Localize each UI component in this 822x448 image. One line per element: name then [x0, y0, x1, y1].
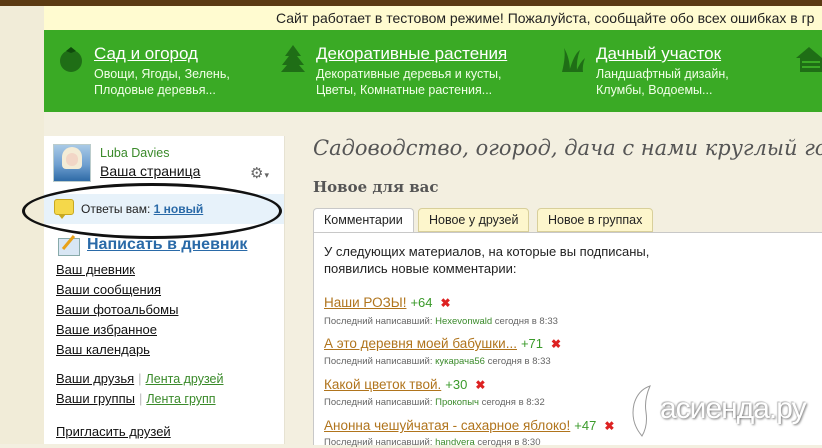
menu-invite[interactable]: Пригласить друзей	[56, 424, 171, 439]
fir-tree-icon	[281, 45, 305, 72]
menu-groups-feed[interactable]: Лента групп	[146, 392, 215, 406]
item-author[interactable]: Прокопыч	[435, 397, 479, 408]
watermark: асиенда.ру	[624, 382, 822, 442]
item-count: +71	[520, 336, 544, 351]
test-mode-notice: Сайт работает в тестовом режиме! Пожалуй…	[44, 6, 822, 31]
left-margin	[0, 6, 44, 444]
menu-diary[interactable]: Ваш дневник	[56, 262, 135, 277]
item-title[interactable]: А это деревня моей бабушки...	[324, 336, 517, 351]
comments-intro: У следующих материалов, на которые вы по…	[324, 244, 650, 276]
watermark-leaf-icon	[632, 385, 651, 437]
tab-friends-new[interactable]: Новое у друзей	[418, 208, 530, 232]
watermark-text: асиенда.ру	[660, 392, 807, 425]
item-count: +64	[410, 295, 433, 310]
house-icon[interactable]	[796, 44, 822, 74]
menu-albums[interactable]: Ваши фотоальбомы	[56, 302, 178, 317]
category-navbar: Сад и огород Овощи, Ягоды, Зелень, Плодов…	[44, 30, 822, 112]
menu-groups-row: Ваши группы | Лента групп	[56, 391, 216, 406]
list-item: А это деревня моей бабушки... +71 ✖	[324, 335, 561, 353]
site-slogan: Садоводство, огород, дача с нами круглый…	[313, 136, 822, 160]
your-page-link[interactable]: Ваша страница	[100, 163, 200, 179]
menu-favorites[interactable]: Ваше избранное	[56, 322, 157, 337]
list-item: Анонна чешуйчатая - сахарное яблоко! +47 ✖	[324, 417, 614, 435]
notepad-icon	[58, 238, 80, 256]
item-meta: Последний написавший: Прокопыч сегодня в…	[324, 397, 545, 408]
nav-plot-sub: Ландшафтный дизайн, Клумбы, Водоемы...	[596, 67, 729, 97]
menu-friends[interactable]: Ваши друзья	[56, 371, 134, 386]
settings-gear-icon[interactable]: ⚙▾	[250, 164, 269, 182]
notice-text: Сайт работает в тестовом режиме! Пожалуй…	[276, 10, 815, 26]
nav-decorative-title[interactable]: Декоративные растения	[316, 44, 507, 64]
nav-garden-sub: Овощи, Ягоды, Зелень, Плодовые деревья...	[94, 67, 230, 97]
list-item: Какой цветок твой. +30 ✖	[324, 376, 485, 394]
delete-icon[interactable]: ✖	[475, 378, 485, 392]
item-title[interactable]: Наши РОЗЫ!	[324, 295, 406, 310]
item-count: +30	[445, 377, 468, 392]
delete-icon[interactable]: ✖	[551, 337, 561, 351]
item-meta: Последний написавший: кукарача56 сегодня…	[324, 356, 551, 367]
grass-icon	[562, 48, 585, 72]
new-for-you-heading: Новое для вас	[313, 178, 439, 196]
item-author[interactable]: handvera	[435, 437, 475, 448]
delete-icon[interactable]: ✖	[441, 296, 451, 310]
user-name[interactable]: Luba Davies	[100, 146, 170, 160]
item-author[interactable]: Hexevonwald	[435, 316, 492, 327]
item-title[interactable]: Какой цветок твой.	[324, 377, 441, 392]
item-count: +47	[574, 418, 597, 433]
menu-friends-feed[interactable]: Лента друзей	[146, 372, 224, 386]
menu-friends-row: Ваши друзья | Лента друзей	[56, 371, 224, 386]
item-meta: Последний написавший: handvera сегодня в…	[324, 437, 541, 448]
menu-calendar[interactable]: Ваш календарь	[56, 342, 150, 357]
nav-decorative-sub: Декоративные деревья и кусты, Цветы, Комн…	[316, 67, 502, 97]
menu-groups[interactable]: Ваши группы	[56, 391, 135, 406]
tab-groups-new[interactable]: Новое в группах	[537, 208, 654, 232]
hand-drawn-ellipse	[22, 183, 282, 239]
item-meta: Последний написавший: Hexevonwald сегодн…	[324, 316, 558, 327]
tomato-icon	[60, 47, 82, 72]
nav-garden-title[interactable]: Сад и огород	[94, 44, 198, 64]
item-author[interactable]: кукарача56	[435, 356, 485, 367]
list-item: Наши РОЗЫ! +64 ✖	[324, 294, 451, 312]
avatar[interactable]	[53, 144, 91, 182]
tab-comments[interactable]: Комментарии	[313, 208, 414, 233]
delete-icon[interactable]: ✖	[604, 419, 614, 433]
nav-plot-title[interactable]: Дачный участок	[596, 44, 721, 64]
item-title[interactable]: Анонна чешуйчатая - сахарное яблоко!	[324, 418, 570, 433]
menu-messages[interactable]: Ваши сообщения	[56, 282, 161, 297]
